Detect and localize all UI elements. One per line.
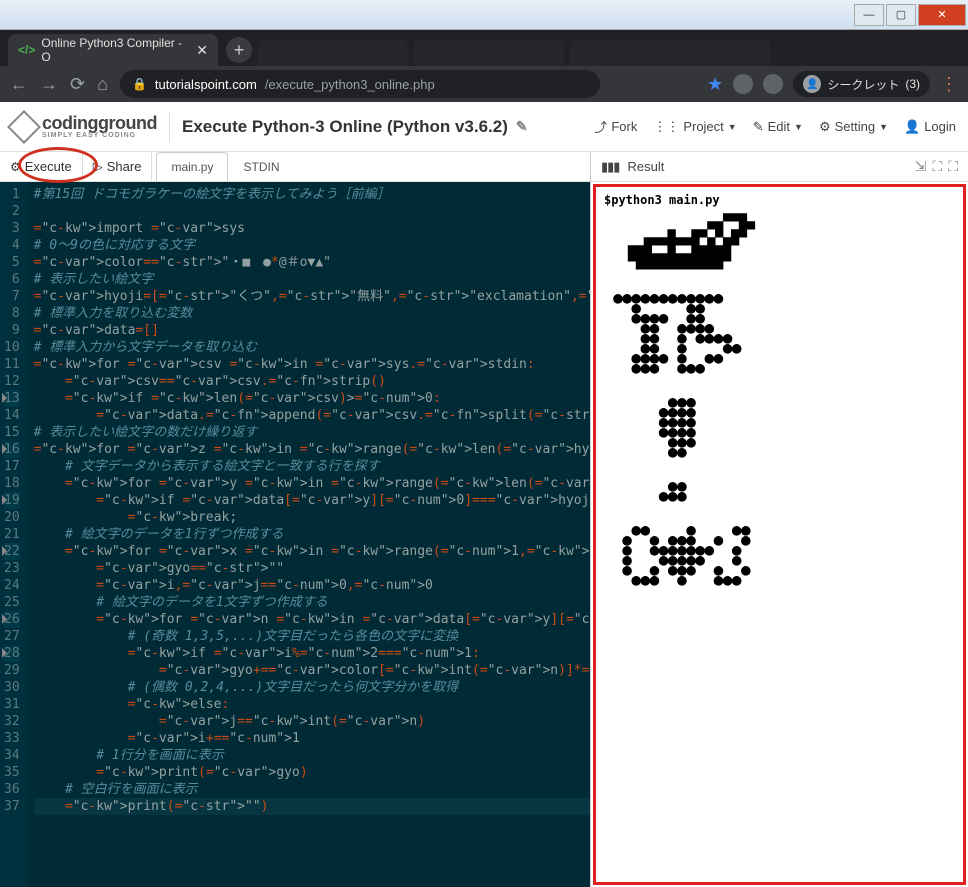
browser-tab-inactive[interactable] (570, 40, 770, 66)
tab-favicon-icon: </> (18, 43, 35, 57)
project-menu[interactable]: ⋮⋮Project▼ (653, 119, 736, 135)
page-title: Execute Python-3 Online (Python v3.6.2) … (182, 117, 528, 137)
chevron-down-icon: ▼ (794, 122, 803, 132)
gear-icon: ⚙ (10, 160, 21, 174)
login-button[interactable]: 👤Login (904, 119, 956, 135)
fork-icon: ⤴ (594, 117, 607, 136)
divider (169, 112, 170, 142)
incognito-count: (3) (905, 77, 920, 91)
url-domain: tutorialspoint.com (155, 77, 257, 92)
logo-text-sub: SIMPLY EASY CODING (42, 132, 157, 139)
edit-title-icon[interactable]: ✎ (516, 118, 528, 135)
logo-icon (7, 110, 41, 144)
new-tab-button[interactable]: + (226, 37, 252, 63)
result-pane: ▮▮▮ Result ⇲ ⛶ ⛶ $python3 main.py ■■■ ■■… (590, 152, 968, 887)
browser-tab-active[interactable]: </> Online Python3 Compiler - O ✕ (8, 34, 218, 66)
logo-text-main: codingground (42, 114, 157, 132)
result-label: Result (627, 159, 664, 174)
user-icon: 👤 (904, 119, 920, 135)
browser-tab-inactive[interactable] (258, 40, 408, 66)
project-icon: ⋮⋮ (653, 119, 679, 135)
chevron-down-icon: ▼ (728, 122, 737, 132)
expand-icon[interactable]: ⛶ (932, 158, 942, 175)
browser-address-bar: ← → ⟳ ⌂ 🔒 tutorialspoint.com/execute_pyt… (0, 66, 968, 102)
incognito-label: シークレット (827, 76, 899, 93)
share-icon: ▷ (93, 159, 103, 175)
extension-icon[interactable] (763, 74, 783, 94)
tab-close-icon[interactable]: ✕ (196, 42, 208, 59)
line-gutter: 1234567891011121314151617181920212223242… (0, 182, 28, 887)
url-input[interactable]: 🔒 tutorialspoint.com/execute_python3_onl… (120, 70, 600, 98)
result-art: ■■■ ■■ ■■ ■ ■■ ■ ■■ ■■■■■■■ ■ ■■ ■■■ ■ ■… (604, 213, 955, 585)
browser-tab-strip: </> Online Python3 Compiler - O ✕ + (0, 30, 968, 66)
incognito-badge[interactable]: 👤 シークレット (3) (793, 71, 930, 97)
code-content[interactable]: #第15回 ドコモガラケーの絵文字を表示してみよう［前編］ ="c-kw">im… (28, 182, 590, 887)
shrink-icon[interactable]: ⇲ (915, 158, 927, 175)
edit-menu[interactable]: ✎Edit▼ (753, 119, 803, 135)
url-path: /execute_python3_online.php (265, 77, 435, 92)
nav-back-button[interactable]: ← (10, 74, 28, 95)
browser-tab-inactive[interactable] (414, 40, 564, 66)
nav-forward-button[interactable]: → (40, 74, 58, 95)
window-close-button[interactable]: ✕ (918, 4, 966, 26)
gear-icon: ⚙ (819, 119, 831, 135)
window-maximize-button[interactable]: ▢ (886, 4, 916, 26)
tab-main-py[interactable]: main.py (156, 152, 228, 181)
result-icon: ▮▮▮ (601, 159, 619, 175)
nav-home-button[interactable]: ⌂ (97, 74, 108, 95)
code-editor[interactable]: 1234567891011121314151617181920212223242… (0, 182, 590, 887)
fork-button[interactable]: ⤴Fork (594, 117, 637, 136)
share-button[interactable]: ▷Share (83, 152, 153, 181)
result-header: ▮▮▮ Result ⇲ ⛶ ⛶ (591, 152, 968, 182)
tab-title: Online Python3 Compiler - O (41, 36, 184, 64)
extension-icon[interactable] (733, 74, 753, 94)
fullscreen-icon[interactable]: ⛶ (948, 158, 958, 175)
incognito-icon: 👤 (803, 75, 821, 93)
main-split: ⚙Execute ▷Share main.py STDIN 1234567891… (0, 152, 968, 887)
site-logo[interactable]: codingground SIMPLY EASY CODING (12, 114, 157, 139)
window-minimize-button[interactable]: — (854, 4, 884, 26)
bookmark-star-icon[interactable]: ★ (707, 74, 723, 95)
editor-toolbar: ⚙Execute ▷Share main.py STDIN (0, 152, 590, 182)
setting-menu[interactable]: ⚙Setting▼ (819, 119, 888, 135)
page-toolbar: codingground SIMPLY EASY CODING Execute … (0, 102, 968, 152)
execute-button[interactable]: ⚙Execute (0, 152, 83, 181)
lock-icon: 🔒 (132, 77, 147, 91)
tab-stdin[interactable]: STDIN (228, 152, 294, 181)
window-titlebar: — ▢ ✕ (0, 0, 968, 30)
edit-icon: ✎ (753, 119, 764, 135)
editor-pane: ⚙Execute ▷Share main.py STDIN 1234567891… (0, 152, 590, 887)
chevron-down-icon: ▼ (879, 122, 888, 132)
result-output: $python3 main.py ■■■ ■■ ■■ ■ ■■ ■ ■■ ■■■… (593, 184, 966, 885)
browser-menu-button[interactable]: ⋮ (940, 74, 958, 95)
result-command: $python3 main.py (604, 193, 955, 207)
nav-reload-button[interactable]: ⟳ (70, 74, 85, 95)
